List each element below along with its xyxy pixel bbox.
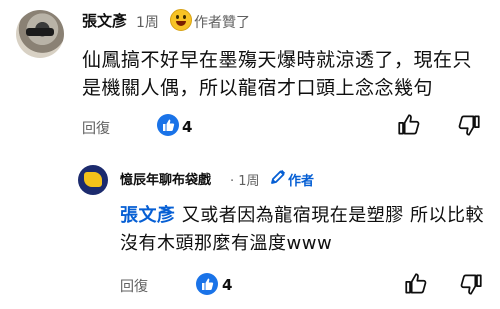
reply-text: 張文彥 又或者因為龍宿現在是塑膠 所以比較沒有木頭那麼有溫度www	[120, 202, 490, 258]
reply-author[interactable]: 憶辰年聊布袋戲	[120, 169, 211, 188]
like-badge-icon	[196, 273, 218, 295]
thumb-up-icon[interactable]	[396, 112, 422, 138]
reply-button[interactable]: 回復	[82, 118, 110, 138]
like-count: 4	[222, 276, 233, 294]
author-liked-label: 作者贊了	[194, 15, 250, 31]
creator-pencil-icon	[270, 169, 286, 185]
comment-time[interactable]: 1周	[136, 12, 159, 32]
creator-badge: 作者	[288, 174, 315, 189]
smile-emoji-icon	[170, 9, 192, 31]
creator-avatar[interactable]	[78, 165, 108, 195]
author-avatar[interactable]	[16, 10, 64, 58]
thumb-down-icon[interactable]	[456, 112, 482, 138]
thumb-down-icon[interactable]	[458, 271, 484, 297]
like-badge-icon	[157, 114, 179, 136]
reply-button[interactable]: 回復	[120, 276, 148, 296]
reply-time[interactable]: · 1周	[230, 170, 260, 189]
like-count: 4	[182, 118, 193, 136]
reply-text-body: 又或者因為龍宿現在是塑膠 所以比較沒有木頭那麼有溫度www	[120, 205, 484, 254]
mention-link[interactable]: 張文彥	[120, 205, 176, 226]
comment-author[interactable]: 張文彥	[82, 10, 127, 31]
thumb-up-icon[interactable]	[403, 271, 429, 297]
comment-text: 仙鳳搞不好早在墨殤天爆時就涼透了，現在只是機關人偶，所以龍宿才口頭上念念幾句	[82, 49, 473, 99]
